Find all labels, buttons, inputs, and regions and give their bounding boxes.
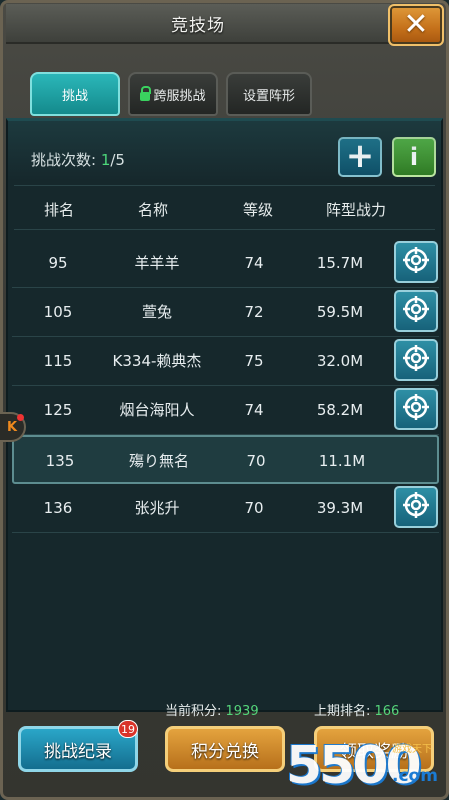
row-name: 萱兔 xyxy=(141,303,172,321)
table-row[interactable]: 105 萱兔 72 59.5M xyxy=(12,288,439,337)
row-level: 70 xyxy=(244,499,264,517)
row-rank: 125 xyxy=(43,401,73,419)
challenge-target-button[interactable] xyxy=(394,486,438,528)
info-button[interactable]: i xyxy=(392,137,436,177)
add-attempts-button[interactable]: + xyxy=(338,137,382,177)
crosshair-icon xyxy=(403,394,429,424)
close-button[interactable]: ✕ xyxy=(388,4,444,46)
row-name: 殤り無名 xyxy=(128,452,189,470)
last-rank: 上期排名: 166 xyxy=(314,700,399,719)
row-rank: 105 xyxy=(43,303,73,321)
row-rank: 135 xyxy=(45,452,75,470)
row-power: 32.0M xyxy=(316,352,364,370)
current-score-value: 1939 xyxy=(225,704,259,719)
crosshair-icon xyxy=(403,345,429,375)
window-title: 竞技场 xyxy=(171,15,225,36)
row-level: 75 xyxy=(244,352,264,370)
table-row[interactable]: 135 殤り無名 70 11.1M xyxy=(12,435,439,484)
row-rank: 136 xyxy=(43,499,73,517)
current-score: 当前积分: 1939 xyxy=(165,700,259,719)
row-power: 39.3M xyxy=(316,499,364,517)
tab-challenge[interactable]: 挑战 xyxy=(30,72,120,116)
row-divider xyxy=(12,532,439,533)
watermark-sub: 游戏天下 xyxy=(392,744,432,755)
challenge-total: /5 xyxy=(110,151,125,169)
row-level: 74 xyxy=(244,401,264,419)
challenge-used: 1 xyxy=(100,151,111,169)
row-level: 70 xyxy=(246,452,266,470)
tab-formation[interactable]: 设置阵形 xyxy=(226,72,312,116)
crosshair-icon xyxy=(403,296,429,326)
table-row[interactable]: 95 羊羊羊 74 15.7M xyxy=(12,239,439,288)
col-rank: 排名 xyxy=(43,201,74,219)
row-rank: 115 xyxy=(43,352,73,370)
tab-formation-label: 设置阵形 xyxy=(242,88,295,104)
challenge-target-button[interactable] xyxy=(394,290,438,332)
challenge-target-button[interactable] xyxy=(394,241,438,283)
row-rank: 95 xyxy=(48,254,68,272)
row-name: K334-赖典杰 xyxy=(112,352,202,370)
row-name: 张兆升 xyxy=(134,499,180,517)
divider xyxy=(14,185,435,186)
tab-challenge-label: 挑战 xyxy=(61,88,88,104)
col-power: 阵型战力 xyxy=(325,201,386,219)
table-row[interactable]: 125 烟台海阳人 74 58.2M xyxy=(12,386,439,435)
row-level: 72 xyxy=(244,303,264,321)
challenge-target-button[interactable] xyxy=(394,339,438,381)
close-icon: ✕ xyxy=(403,7,429,42)
table-row[interactable]: 115 K334-赖典杰 75 32.0M xyxy=(12,337,439,386)
k-icon: K xyxy=(6,419,18,435)
lock-icon xyxy=(140,85,152,101)
points-exchange-button[interactable]: 积分兑换 xyxy=(165,726,285,772)
row-power: 58.2M xyxy=(316,401,364,419)
row-power: 59.5M xyxy=(316,303,364,321)
table-header: 排名 名称 等级 阵型战力 xyxy=(8,199,441,221)
row-power: 15.7M xyxy=(316,254,364,272)
row-level: 74 xyxy=(244,254,264,272)
challenge-counter: 挑战次数: 1/5 xyxy=(31,149,125,170)
notification-dot xyxy=(17,414,24,421)
main-panel: 挑战次数: 1/5 + i 排名 名称 等级 阵型战力 95 羊羊羊 74 15.7M… xyxy=(6,118,443,712)
last-rank-label: 上期排名: xyxy=(314,704,375,719)
crosshair-icon xyxy=(403,247,429,277)
tab-cross-server[interactable]: 跨服挑战 xyxy=(128,72,218,116)
info-icon: i xyxy=(409,143,419,171)
watermark-com: .com xyxy=(392,766,438,786)
col-name: 名称 xyxy=(137,201,168,219)
crosshair-icon xyxy=(403,492,429,522)
title-bar: 竞技场 xyxy=(6,4,390,44)
plus-icon: + xyxy=(345,135,375,176)
row-power: 11.1M xyxy=(318,452,366,470)
table-row[interactable]: 136 张兆升 70 39.3M xyxy=(12,484,439,533)
current-score-label: 当前积分: xyxy=(165,704,226,719)
challenge-counter-label: 挑战次数: xyxy=(31,151,101,169)
tab-bar: 挑战 跨服挑战 设置阵形 xyxy=(30,72,312,118)
col-level: 等级 xyxy=(242,201,273,219)
divider xyxy=(14,229,435,230)
tab-cross-server-label: 跨服挑战 xyxy=(153,88,206,104)
row-name: 羊羊羊 xyxy=(134,254,180,272)
row-name: 烟台海阳人 xyxy=(119,401,195,419)
record-badge: 19 xyxy=(118,720,138,738)
last-rank-value: 166 xyxy=(374,704,400,719)
challenge-target-button[interactable] xyxy=(394,388,438,430)
